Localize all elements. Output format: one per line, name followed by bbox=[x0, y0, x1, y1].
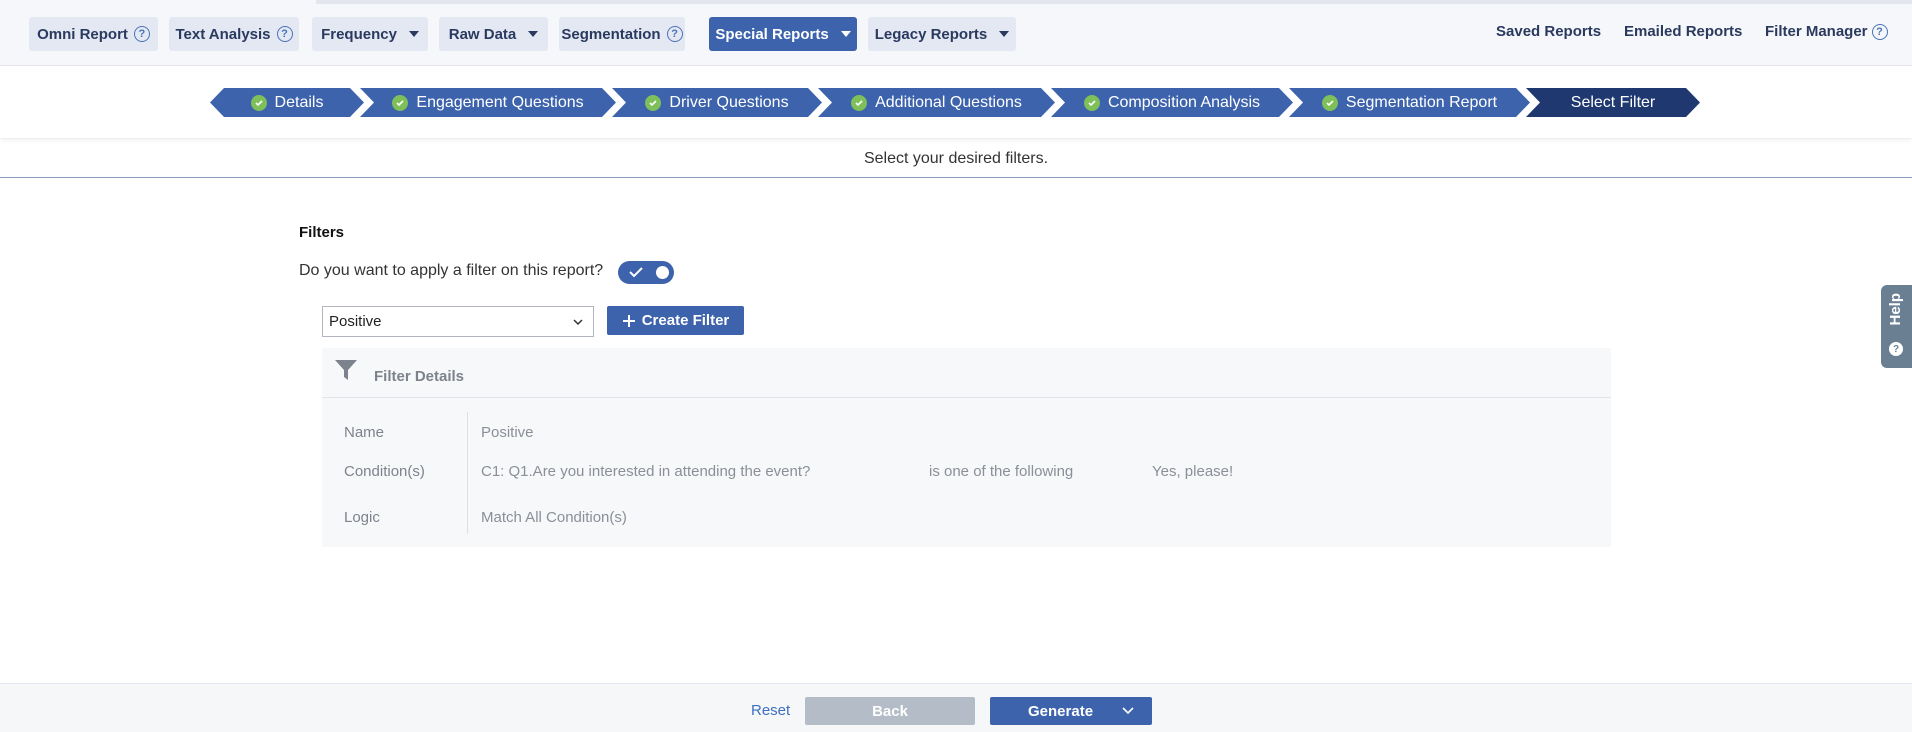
top-nav-bar: Omni Report ? Text Analysis ? Frequency … bbox=[0, 0, 1912, 66]
help-tab-label: Help bbox=[1887, 293, 1904, 326]
details-divider bbox=[467, 412, 468, 534]
help-icon[interactable]: ? bbox=[276, 26, 293, 42]
step-segmentation-report[interactable]: Segmentation Report bbox=[1289, 88, 1530, 117]
check-icon bbox=[851, 95, 867, 111]
details-conditions-label: Condition(s) bbox=[344, 463, 425, 480]
create-filter-button[interactable]: Create Filter bbox=[607, 306, 744, 335]
details-logic-label: Logic bbox=[344, 509, 380, 526]
filter-details-header: Filter Details bbox=[322, 348, 1611, 398]
page-subtitle: Select your desired filters. bbox=[863, 149, 1049, 167]
help-icon: ? bbox=[1889, 342, 1903, 356]
subtitle-bar: Select your desired filters. bbox=[0, 140, 1912, 178]
condition-question: C1: Q1.Are you interested in attending t… bbox=[481, 463, 811, 480]
step-additional-questions[interactable]: Additional Questions bbox=[818, 88, 1055, 117]
check-icon bbox=[251, 95, 267, 111]
footer-actions: Reset Back Generate bbox=[0, 683, 1912, 732]
details-logic-value: Match All Condition(s) bbox=[481, 509, 627, 526]
nav-legacy-reports[interactable]: Legacy Reports bbox=[868, 17, 1016, 51]
nav-frequency[interactable]: Frequency bbox=[312, 17, 428, 51]
check-icon bbox=[645, 95, 661, 111]
details-name-label: Name bbox=[344, 424, 385, 441]
generate-button[interactable]: Generate bbox=[990, 697, 1152, 725]
step-details[interactable]: Details bbox=[210, 88, 364, 117]
nav-segmentation[interactable]: Segmentation ? bbox=[559, 17, 685, 51]
emailed-reports-link[interactable]: Emailed Reports bbox=[1624, 23, 1742, 40]
filter-details-title: Filter Details bbox=[374, 368, 465, 385]
chevron-down-icon[interactable] bbox=[1122, 706, 1134, 716]
nav-raw-data[interactable]: Raw Data bbox=[439, 17, 548, 51]
chevron-down-icon bbox=[573, 319, 583, 326]
check-icon bbox=[629, 267, 643, 278]
help-icon[interactable]: ? bbox=[133, 26, 150, 42]
saved-reports-link[interactable]: Saved Reports bbox=[1496, 23, 1601, 40]
details-name-value: Positive bbox=[481, 424, 534, 441]
reset-link[interactable]: Reset bbox=[751, 702, 790, 719]
condition-operator: is one of the following bbox=[929, 463, 1074, 480]
check-icon bbox=[392, 95, 408, 111]
back-button[interactable]: Back bbox=[805, 697, 975, 725]
nav-frequency-label: Frequency bbox=[321, 25, 397, 43]
back-label: Back bbox=[872, 702, 908, 720]
nav-special-reports[interactable]: Special Reports bbox=[709, 17, 857, 51]
nav-legacy-reports-label: Legacy Reports bbox=[874, 25, 988, 43]
step-engagement-questions[interactable]: Engagement Questions bbox=[360, 88, 616, 117]
step-composition-analysis[interactable]: Composition Analysis bbox=[1051, 88, 1293, 117]
filter-manager-link[interactable]: Filter Manager ? bbox=[1765, 23, 1888, 40]
apply-filter-question: Do you want to apply a filter on this re… bbox=[299, 262, 604, 279]
step-label: Select Filter bbox=[1570, 93, 1656, 111]
top-accent-strip bbox=[316, 0, 1912, 4]
filter-details-card: Filter Details Name Positive Condition(s… bbox=[322, 348, 1611, 547]
create-filter-label: Create Filter bbox=[641, 312, 730, 329]
nav-special-reports-label: Special Reports bbox=[715, 25, 829, 43]
condition-value: Yes, please! bbox=[1152, 463, 1234, 480]
step-label: Engagement Questions bbox=[416, 93, 584, 111]
step-label: Driver Questions bbox=[669, 93, 789, 111]
filter-manager-label: Filter Manager bbox=[1765, 23, 1868, 40]
step-label: Composition Analysis bbox=[1107, 93, 1261, 111]
generate-label: Generate bbox=[1028, 703, 1094, 720]
nav-omni-report-label: Omni Report bbox=[37, 25, 128, 43]
caret-down-icon bbox=[528, 31, 539, 37]
check-icon bbox=[1084, 95, 1100, 111]
help-icon[interactable]: ? bbox=[1871, 23, 1888, 40]
step-label: Segmentation Report bbox=[1345, 93, 1498, 111]
nav-omni-report[interactable]: Omni Report ? bbox=[29, 17, 158, 51]
help-tab[interactable]: Help ? bbox=[1881, 285, 1912, 368]
apply-filter-toggle[interactable] bbox=[618, 261, 674, 284]
step-label: Details bbox=[274, 93, 324, 111]
caret-down-icon bbox=[999, 31, 1010, 37]
filters-section-title: Filters bbox=[299, 224, 345, 241]
toggle-knob bbox=[656, 266, 669, 279]
nav-segmentation-label: Segmentation bbox=[561, 25, 661, 43]
wizard-progress: Details Engagement Questions Driver Ques… bbox=[0, 66, 1912, 139]
caret-down-icon bbox=[840, 31, 851, 37]
filter-select[interactable]: Positive bbox=[322, 306, 594, 337]
filter-select-value: Positive bbox=[329, 313, 382, 330]
nav-raw-data-label: Raw Data bbox=[448, 25, 517, 43]
nav-text-analysis[interactable]: Text Analysis ? bbox=[169, 17, 299, 51]
step-label: Additional Questions bbox=[875, 93, 1022, 111]
caret-down-icon bbox=[408, 31, 419, 37]
help-icon[interactable]: ? bbox=[666, 26, 683, 42]
step-select-filter[interactable]: Select Filter bbox=[1526, 88, 1700, 117]
plus-icon bbox=[622, 314, 635, 327]
check-icon bbox=[1322, 95, 1338, 111]
step-driver-questions[interactable]: Driver Questions bbox=[612, 88, 822, 117]
funnel-icon bbox=[335, 360, 357, 380]
nav-text-analysis-label: Text Analysis bbox=[175, 25, 271, 43]
